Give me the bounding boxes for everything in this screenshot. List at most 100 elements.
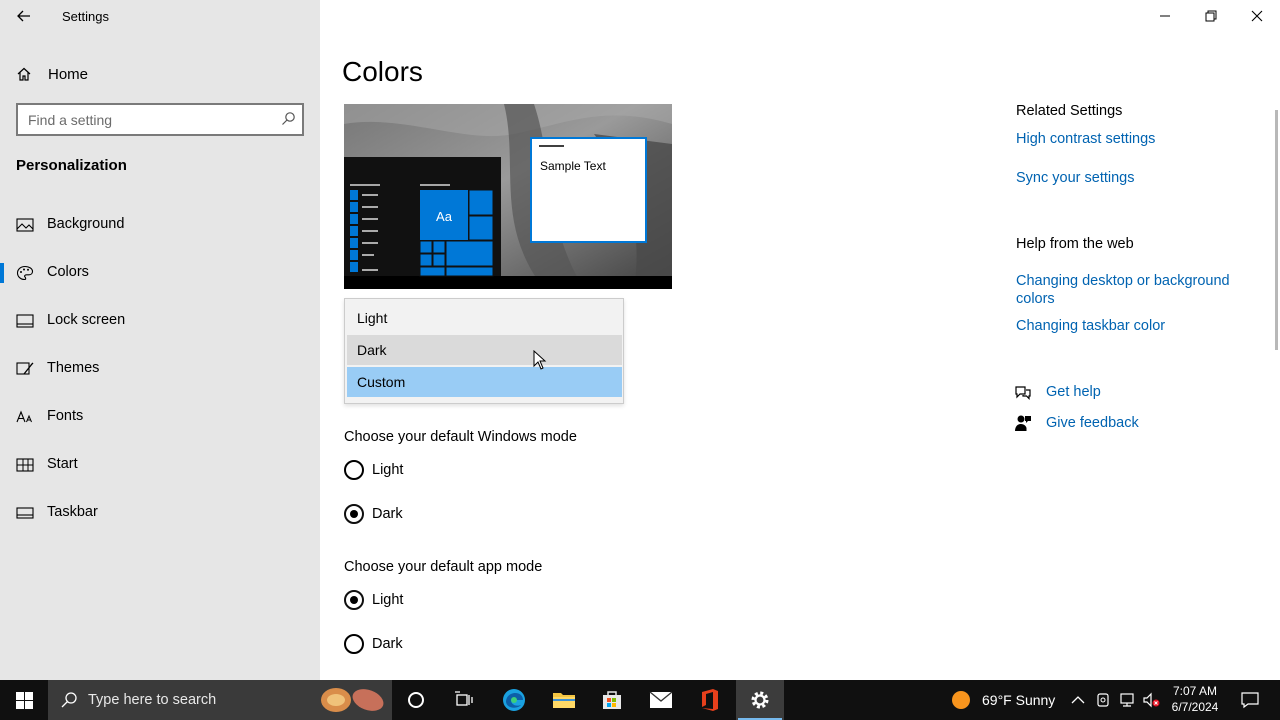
network-icon[interactable] — [1118, 692, 1136, 708]
get-help-icon — [1015, 386, 1031, 400]
edge-icon — [503, 689, 525, 711]
sidebar-item-colors[interactable]: Colors — [0, 253, 320, 293]
sidebar-item-fonts[interactable]: Fonts — [0, 397, 320, 437]
give-feedback-link: Give feedback — [1046, 415, 1139, 431]
preview-tile-text: Aa — [436, 209, 453, 224]
sidebar-item-label: Colors — [47, 264, 89, 280]
mail-button[interactable] — [637, 680, 685, 720]
sidebar: Settings Home Find a setting Personaliza… — [0, 0, 320, 680]
taskbar: Type here to search 69°F Sunny 7:07 AM 6… — [0, 680, 1280, 720]
radio-label: Light — [372, 592, 404, 608]
weather-sun-icon — [952, 691, 970, 709]
taskbar-search-box[interactable]: Type here to search — [48, 680, 392, 720]
taskbar-search-placeholder: Type here to search — [88, 692, 217, 708]
task-view-button[interactable] — [440, 680, 488, 720]
selection-indicator — [0, 263, 4, 283]
fonts-icon — [16, 410, 32, 423]
palette-icon — [16, 265, 34, 281]
edge-button[interactable] — [490, 680, 538, 720]
settings-window: Settings Home Find a setting Personaliza… — [0, 0, 1280, 720]
main-content: Colors Aa Sample Text Light Dark Custom … — [320, 0, 1280, 680]
app-mode-dark-radio[interactable]: Dark — [344, 632, 403, 656]
office-button[interactable] — [686, 680, 734, 720]
get-help-link: Get help — [1046, 384, 1101, 400]
cortana-button[interactable] — [392, 680, 440, 720]
radio-circle — [344, 634, 364, 654]
related-settings-title: Related Settings — [1016, 103, 1123, 119]
sidebar-item-label: Fonts — [47, 408, 84, 424]
mail-icon — [649, 691, 673, 708]
meet-now-icon[interactable] — [1096, 692, 1110, 708]
sidebar-item-themes[interactable]: Themes — [0, 349, 320, 389]
sidebar-item-start[interactable]: Start — [0, 445, 320, 485]
feedback-icon — [1015, 415, 1031, 431]
close-button[interactable] — [1234, 0, 1280, 32]
sync-settings-link[interactable]: Sync your settings — [1016, 169, 1246, 187]
lock-screen-icon — [16, 314, 34, 328]
search-placeholder: Find a setting — [28, 112, 113, 128]
windows-mode-light-radio[interactable]: Light — [344, 458, 403, 482]
find-setting-input[interactable]: Find a setting — [16, 103, 304, 136]
volume-muted-icon[interactable] — [1142, 692, 1160, 708]
windows-mode-label: Choose your default Windows mode — [344, 429, 577, 445]
minimize-button[interactable] — [1142, 0, 1188, 32]
office-icon — [702, 689, 718, 711]
home-label: Home — [48, 65, 89, 83]
windows-mode-dark-radio[interactable]: Dark — [344, 502, 403, 526]
picture-icon — [16, 218, 34, 232]
radio-label: Dark — [372, 636, 403, 652]
changing-desktop-colors-link[interactable]: Changing desktop or background colors — [1016, 272, 1246, 308]
app-mode-label: Choose your default app mode — [344, 559, 543, 575]
clock[interactable]: 7:07 AM 6/7/2024 — [1168, 683, 1222, 715]
start-button[interactable] — [0, 680, 48, 720]
home-icon — [17, 67, 31, 81]
restore-button[interactable] — [1188, 0, 1234, 32]
taskbar-icon — [16, 507, 34, 519]
help-web-title: Help from the web — [1016, 236, 1134, 252]
sidebar-item-background[interactable]: Background — [0, 205, 320, 245]
radio-circle — [344, 460, 364, 480]
sidebar-item-label: Lock screen — [47, 312, 126, 328]
settings-taskbar-button[interactable] — [736, 680, 784, 720]
high-contrast-link[interactable]: High contrast settings — [1016, 130, 1246, 148]
minimize-icon — [1160, 15, 1170, 17]
chevron-up-icon[interactable] — [1071, 694, 1085, 706]
close-icon — [1251, 10, 1263, 22]
scrollbar[interactable] — [1275, 110, 1278, 350]
clock-date: 6/7/2024 — [1171, 700, 1219, 714]
color-mode-dropdown[interactable]: Light Dark Custom — [344, 298, 624, 404]
radio-label: Light — [372, 462, 404, 478]
sidebar-item-label: Taskbar — [47, 504, 98, 520]
folder-icon — [553, 693, 575, 708]
app-mode-light-radio[interactable]: Light — [344, 588, 403, 612]
color-preview: Aa Sample Text — [344, 104, 672, 289]
radio-label: Dark — [372, 506, 403, 522]
preview-sample-text: Sample Text — [540, 159, 606, 173]
radio-circle-checked — [344, 504, 364, 524]
action-center-button[interactable] — [1226, 680, 1274, 720]
restore-icon — [1205, 10, 1217, 22]
sidebar-item-home[interactable]: Home — [16, 63, 88, 85]
sidebar-item-lock-screen[interactable]: Lock screen — [0, 301, 320, 341]
app-title: Settings — [62, 9, 109, 24]
back-button[interactable] — [14, 6, 34, 26]
get-help-row[interactable]: Get help — [1014, 381, 1101, 403]
changing-taskbar-color-link[interactable]: Changing taskbar color — [1016, 317, 1246, 335]
notification-icon — [1241, 692, 1259, 709]
search-icon — [61, 692, 77, 708]
search-icon — [282, 112, 295, 125]
section-title: Personalization — [16, 157, 127, 174]
sidebar-item-label: Background — [47, 216, 125, 232]
store-button[interactable] — [588, 680, 636, 720]
dropdown-option-custom[interactable]: Custom — [347, 367, 622, 397]
preview-image: Aa Sample Text — [344, 104, 672, 289]
give-feedback-row[interactable]: Give feedback — [1014, 412, 1139, 434]
dropdown-option-dark[interactable]: Dark — [347, 335, 622, 365]
dropdown-option-light[interactable]: Light — [347, 303, 622, 333]
sidebar-item-taskbar[interactable]: Taskbar — [0, 493, 320, 533]
brush-icon — [16, 362, 34, 375]
cortana-icon — [408, 692, 424, 708]
search-highlight-icon — [321, 688, 384, 712]
weather-text[interactable]: 69°F Sunny — [982, 692, 1055, 708]
file-explorer-button[interactable] — [540, 680, 588, 720]
